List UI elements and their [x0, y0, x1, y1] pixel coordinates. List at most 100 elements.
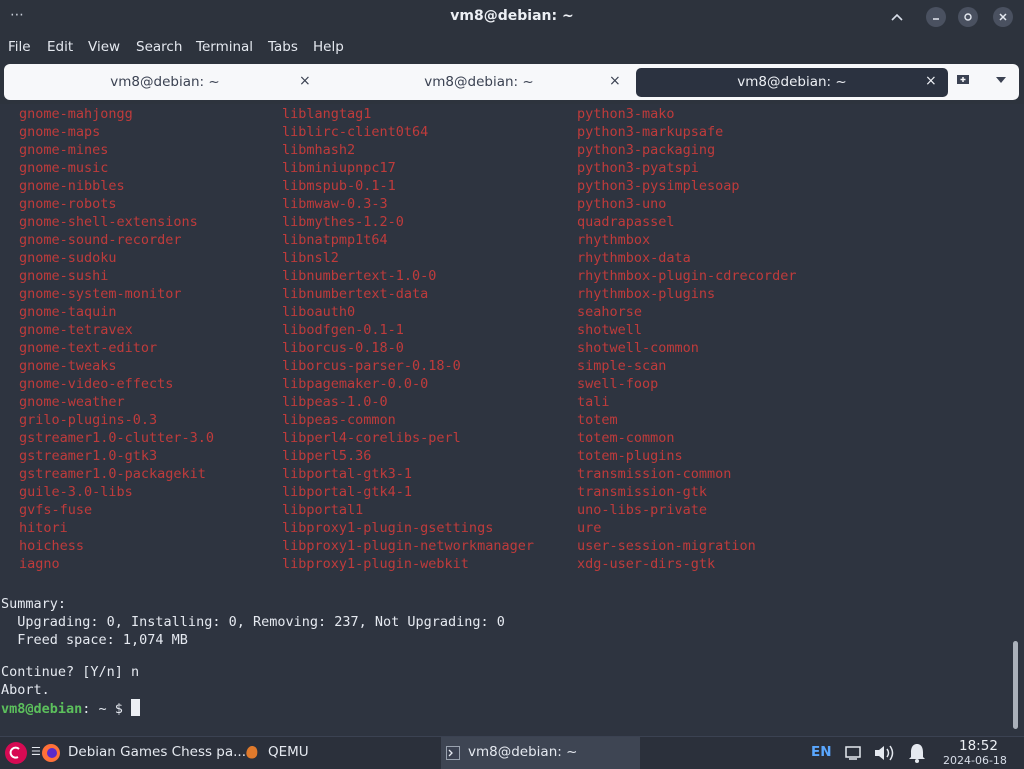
network-icon[interactable] [845, 746, 861, 760]
tab-close-button[interactable]: × [299, 73, 311, 89]
package-name: libmythes-1.2-0 [282, 214, 404, 230]
package-name: libmwaw-0.3-3 [282, 196, 388, 212]
package-name: liblangtag1 [282, 106, 372, 122]
tab-1[interactable]: vm8@debian: ~ × [10, 68, 320, 97]
package-name: tali [577, 394, 610, 410]
package-name: libperl4-corelibs-perl [282, 430, 461, 446]
firefox-icon [42, 744, 60, 762]
package-name: gnome-nibbles [19, 178, 125, 194]
menu-search[interactable]: Search [136, 39, 182, 55]
package-name: libodfgen-0.1-1 [282, 322, 404, 338]
package-name: gnome-music [19, 160, 109, 176]
tab-label: vm8@debian: ~ [737, 74, 847, 90]
package-name: swell-foop [577, 376, 659, 392]
volume-icon[interactable] [873, 743, 897, 763]
package-name: python3-markupsafe [577, 124, 724, 140]
package-name: totem-plugins [577, 448, 683, 464]
title-bar: ⋯ vm8@debian: ~ [0, 0, 1024, 34]
close-icon [999, 13, 1007, 21]
package-name: python3-uno [577, 196, 667, 212]
terminal-output[interactable]: Summary: Upgrading: 0, Installing: 0, Re… [0, 104, 1024, 736]
package-name: shotwell-common [577, 340, 699, 356]
clock-time[interactable]: 18:52 [959, 738, 998, 754]
package-name: gnome-robots [19, 196, 117, 212]
package-name: gstreamer1.0-clutter-3.0 [19, 430, 215, 446]
maximize-button[interactable] [958, 7, 978, 27]
text-cursor [131, 699, 141, 716]
prompt-path: : ~ $ [82, 701, 132, 717]
new-tab-icon[interactable] [956, 73, 970, 85]
menu-help[interactable]: Help [313, 39, 344, 55]
taskbar-firefox-label[interactable]: Debian Games Chess pa... [68, 744, 246, 760]
package-name: rhythmbox-plugin-cdrecorder [577, 268, 797, 284]
package-name: libproxy1-plugin-webkit [282, 556, 469, 572]
taskbar-terminal-item[interactable]: vm8@debian: ~ [441, 737, 640, 769]
debian-menu-icon[interactable] [4, 741, 28, 765]
package-name: libpagemaker-0.0-0 [282, 376, 429, 392]
minimize-icon [933, 18, 939, 20]
menu-terminal[interactable]: Terminal [196, 39, 253, 55]
tab-3[interactable]: vm8@debian: ~ × [636, 68, 948, 97]
package-name: gnome-system-monitor [19, 286, 182, 302]
clock-date: 2024-06-18 [943, 754, 1007, 767]
menu-tabs[interactable]: Tabs [268, 39, 298, 55]
package-name: gnome-tweaks [19, 358, 117, 374]
window-title: vm8@debian: ~ [450, 8, 574, 24]
package-name: transmission-gtk [577, 484, 708, 500]
package-name: gnome-sushi [19, 268, 109, 284]
menu-edit[interactable]: Edit [47, 39, 73, 55]
freed-space: Freed space: 1,074 MB [1, 632, 188, 648]
package-name: gvfs-fuse [19, 502, 93, 518]
tab-close-button[interactable]: × [925, 73, 937, 89]
package-name: guile-3.0-libs [19, 484, 133, 500]
continue-prompt: Continue? [Y/n] n [1, 664, 140, 680]
minimize-button[interactable] [926, 7, 946, 27]
terminal-scrollbar[interactable] [1013, 641, 1018, 729]
package-name: gstreamer1.0-packagekit [19, 466, 206, 482]
close-window-button[interactable] [993, 7, 1013, 27]
package-name: rhythmbox [577, 232, 651, 248]
shell-prompt[interactable]: vm8@debian: ~ $ [1, 699, 141, 717]
package-name: libminiupnpc17 [282, 160, 396, 176]
tab-strip: vm8@debian: ~ × vm8@debian: ~ × vm8@debi… [4, 64, 1019, 100]
menu-bar: File Edit View Search Terminal Tabs Help [0, 34, 1024, 60]
notifications-bell-icon[interactable] [906, 742, 928, 764]
prompt-user-host: vm8@debian [1, 701, 83, 717]
keyboard-layout-indicator[interactable]: EN [811, 744, 832, 760]
package-name: libperl5.36 [282, 448, 372, 464]
package-name: libpeas-common [282, 412, 396, 428]
tab-2[interactable]: vm8@debian: ~ × [324, 68, 634, 97]
taskbar: ☰ Debian Games Chess pa... QEMU vm8@debi… [0, 736, 1024, 769]
package-name: libnsl2 [282, 250, 339, 266]
package-name: shotwell [577, 322, 643, 338]
package-name: rhythmbox-plugins [577, 286, 716, 302]
package-name: gnome-sound-recorder [19, 232, 182, 248]
menu-file[interactable]: File [8, 39, 31, 55]
taskbar-qemu-label[interactable]: QEMU [268, 744, 309, 760]
package-name: totem-common [577, 430, 675, 446]
tabs-dropdown-icon[interactable] [996, 77, 1006, 83]
package-name: liborcus-0.18-0 [282, 340, 404, 356]
package-name: grilo-plugins-0.3 [19, 412, 158, 428]
tab-bar: vm8@debian: ~ × vm8@debian: ~ × vm8@debi… [0, 60, 1024, 106]
package-name: python3-pyatspi [577, 160, 699, 176]
summary-line: Summary: [1, 596, 67, 612]
package-name: libportal-gtk4-1 [282, 484, 413, 500]
package-name: libportal-gtk3-1 [282, 466, 413, 482]
summary-counts: Upgrading: 0, Installing: 0, Removing: 2… [1, 614, 505, 630]
tab-label: vm8@debian: ~ [110, 74, 220, 90]
package-name: rhythmbox-data [577, 250, 691, 266]
package-name: gnome-maps [19, 124, 101, 140]
package-name: simple-scan [577, 358, 667, 374]
package-name: hoichess [19, 538, 85, 554]
show-desktop-icon[interactable]: ☰ [31, 745, 41, 758]
tab-label: vm8@debian: ~ [424, 74, 534, 90]
package-name: liblirc-client0t64 [282, 124, 429, 140]
package-name: hitori [19, 520, 68, 536]
tab-close-button[interactable]: × [609, 73, 621, 89]
menu-view[interactable]: View [88, 39, 120, 55]
package-name: seahorse [577, 304, 643, 320]
package-name: python3-pysimplesoap [577, 178, 740, 194]
abort-line: Abort. [1, 682, 50, 698]
shade-window-button[interactable] [887, 7, 907, 27]
